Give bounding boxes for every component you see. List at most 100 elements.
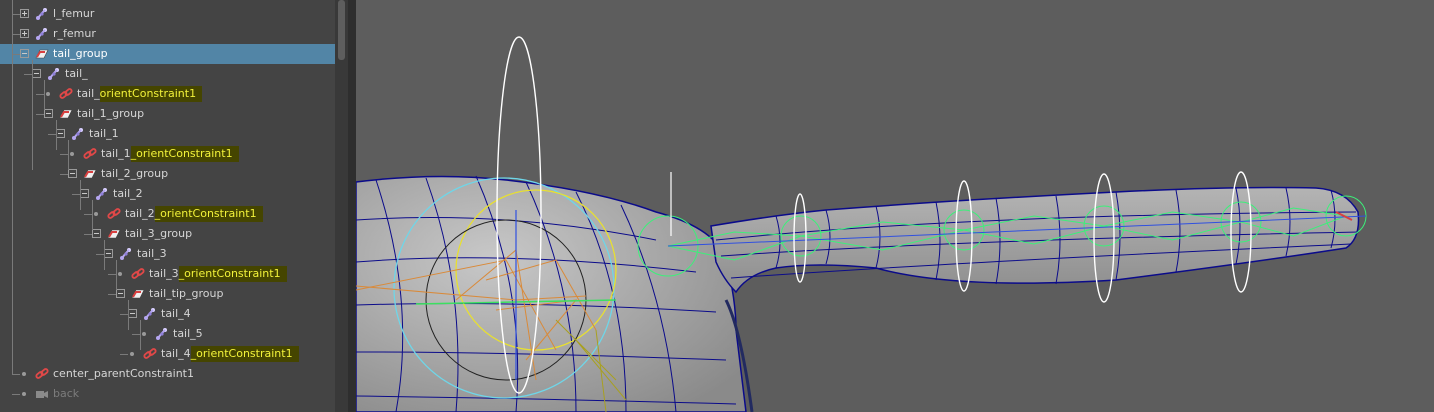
node-name: back: [53, 387, 80, 400]
node-name: tail_1_group: [77, 107, 145, 120]
node-name: tail_3: [149, 267, 179, 280]
tree-guide: [104, 240, 105, 270]
collapse-icon[interactable]: [104, 249, 113, 258]
node-name: tail_2: [125, 207, 155, 220]
tree-guide: [32, 60, 33, 170]
collapse-icon[interactable]: [56, 129, 65, 138]
outliner-item-label: tail_group: [53, 44, 108, 64]
constraint-icon: [82, 146, 98, 162]
outliner-item-label: tail_: [65, 64, 88, 84]
node-name: tail_2: [113, 187, 143, 200]
outliner-row[interactable]: tail_2_group: [0, 164, 335, 184]
tree-connector: [108, 274, 116, 275]
joint-icon: [46, 66, 62, 82]
tree-connector: [36, 114, 44, 115]
leaf-bullet-icon: [70, 152, 74, 156]
collapse-icon[interactable]: [68, 169, 77, 178]
expand-icon[interactable]: [20, 9, 29, 18]
node-name: tail_4: [161, 307, 191, 320]
expand-icon[interactable]: [20, 29, 29, 38]
node-name: tail_4: [161, 347, 191, 360]
tree-guide: [80, 180, 81, 210]
leaf-bullet-icon: [94, 212, 98, 216]
outliner-item-label: tail_5: [173, 324, 203, 344]
tree-connector: [72, 194, 80, 195]
highlighted-suffix: _orientConstraint1: [190, 346, 299, 362]
tree-connector: [120, 314, 128, 315]
transform-group-icon: [34, 46, 50, 62]
transform-group-icon: [82, 166, 98, 182]
outliner-row[interactable]: tail_tip_group: [0, 284, 335, 304]
tree-connector: [120, 354, 128, 355]
highlighted-suffix: _orientConstraint1: [154, 206, 263, 222]
joint-icon: [34, 6, 50, 22]
joint-icon: [118, 246, 134, 262]
collapse-icon[interactable]: [32, 69, 41, 78]
node-name: tail_1: [101, 147, 131, 160]
collapse-icon[interactable]: [116, 289, 125, 298]
transform-group-icon: [58, 106, 74, 122]
leaf-bullet-icon: [130, 352, 134, 356]
outliner-row[interactable]: tail_3_orientConstraint1: [0, 264, 335, 284]
viewport-canvas[interactable]: [356, 0, 1434, 412]
outliner-item-label: tail_2_group: [101, 164, 168, 184]
outliner-item-label: tail_tip_group: [149, 284, 223, 304]
maya-window: l_femur r_femur tail_group tail_ tail_orient…: [0, 0, 1434, 412]
outliner-row[interactable]: tail_1: [0, 124, 335, 144]
outliner-item-label: tail_4_orientConstraint1: [161, 344, 299, 364]
outliner-item-label: tail_1: [89, 124, 119, 144]
outliner-row[interactable]: tail_4: [0, 304, 335, 324]
outliner-row[interactable]: tail_5: [0, 324, 335, 344]
collapse-icon[interactable]: [20, 49, 29, 58]
outliner-item-label: tail_1_group: [77, 104, 144, 124]
highlighted-suffix: _orientConstraint1: [130, 146, 239, 162]
leaf-bullet-icon: [142, 332, 146, 336]
tree-connector: [12, 34, 20, 35]
tree-guide: [116, 260, 117, 290]
collapse-icon[interactable]: [80, 189, 89, 198]
outliner-item-label: tail_1_orientConstraint1: [101, 144, 239, 164]
leaf-bullet-icon: [118, 272, 122, 276]
outliner-row[interactable]: tail_: [0, 64, 335, 84]
node-name: tail_group: [53, 47, 108, 60]
outliner-row[interactable]: tail_1_orientConstraint1: [0, 144, 335, 164]
outliner-row[interactable]: tail_group: [0, 44, 335, 64]
node-name: tail_5: [173, 327, 203, 340]
outliner-row[interactable]: tail_3_group: [0, 224, 335, 244]
camera-icon: [34, 386, 50, 402]
outliner-item-label: tail_3_group: [125, 224, 192, 244]
node-name: tail_tip_group: [149, 287, 224, 300]
collapse-icon[interactable]: [92, 229, 101, 238]
tree-connector: [24, 74, 32, 75]
outliner-row[interactable]: tail_4_orientConstraint1: [0, 344, 335, 364]
node-name: tail_: [77, 87, 100, 100]
tree-connector: [60, 174, 68, 175]
outliner-item-label: tail_2: [113, 184, 143, 204]
node-name: tail_3: [137, 247, 167, 260]
3d-viewport[interactable]: [356, 0, 1434, 412]
outliner-row[interactable]: r_femur: [0, 24, 335, 44]
collapse-icon[interactable]: [44, 109, 53, 118]
constraint-icon: [130, 266, 146, 282]
tree-guide: [44, 80, 45, 110]
node-name: l_femur: [53, 7, 95, 20]
outliner-row[interactable]: tail_1_group: [0, 104, 335, 124]
tree-connector: [108, 294, 116, 295]
outliner-row[interactable]: l_femur: [0, 4, 335, 24]
outliner-row[interactable]: tail_2: [0, 184, 335, 204]
node-name: tail_2_group: [101, 167, 169, 180]
tree-connector: [12, 14, 20, 15]
collapse-icon[interactable]: [128, 309, 137, 318]
scrollbar-thumb[interactable]: [338, 0, 345, 60]
leaf-bullet-icon: [22, 372, 26, 376]
leaf-bullet-icon: [22, 392, 26, 396]
outliner-scrollbar[interactable]: [335, 0, 348, 412]
outliner-row[interactable]: tail_2_orientConstraint1: [0, 204, 335, 224]
constraint-icon: [58, 86, 74, 102]
tree-connector: [132, 334, 140, 335]
outliner-row[interactable]: tail_orientConstraint1: [0, 84, 335, 104]
panel-divider[interactable]: [348, 0, 356, 412]
outliner-row[interactable]: tail_3: [0, 244, 335, 264]
outliner-row[interactable]: center_parentConstraint1: [0, 364, 335, 384]
outliner-row[interactable]: back: [0, 384, 335, 404]
